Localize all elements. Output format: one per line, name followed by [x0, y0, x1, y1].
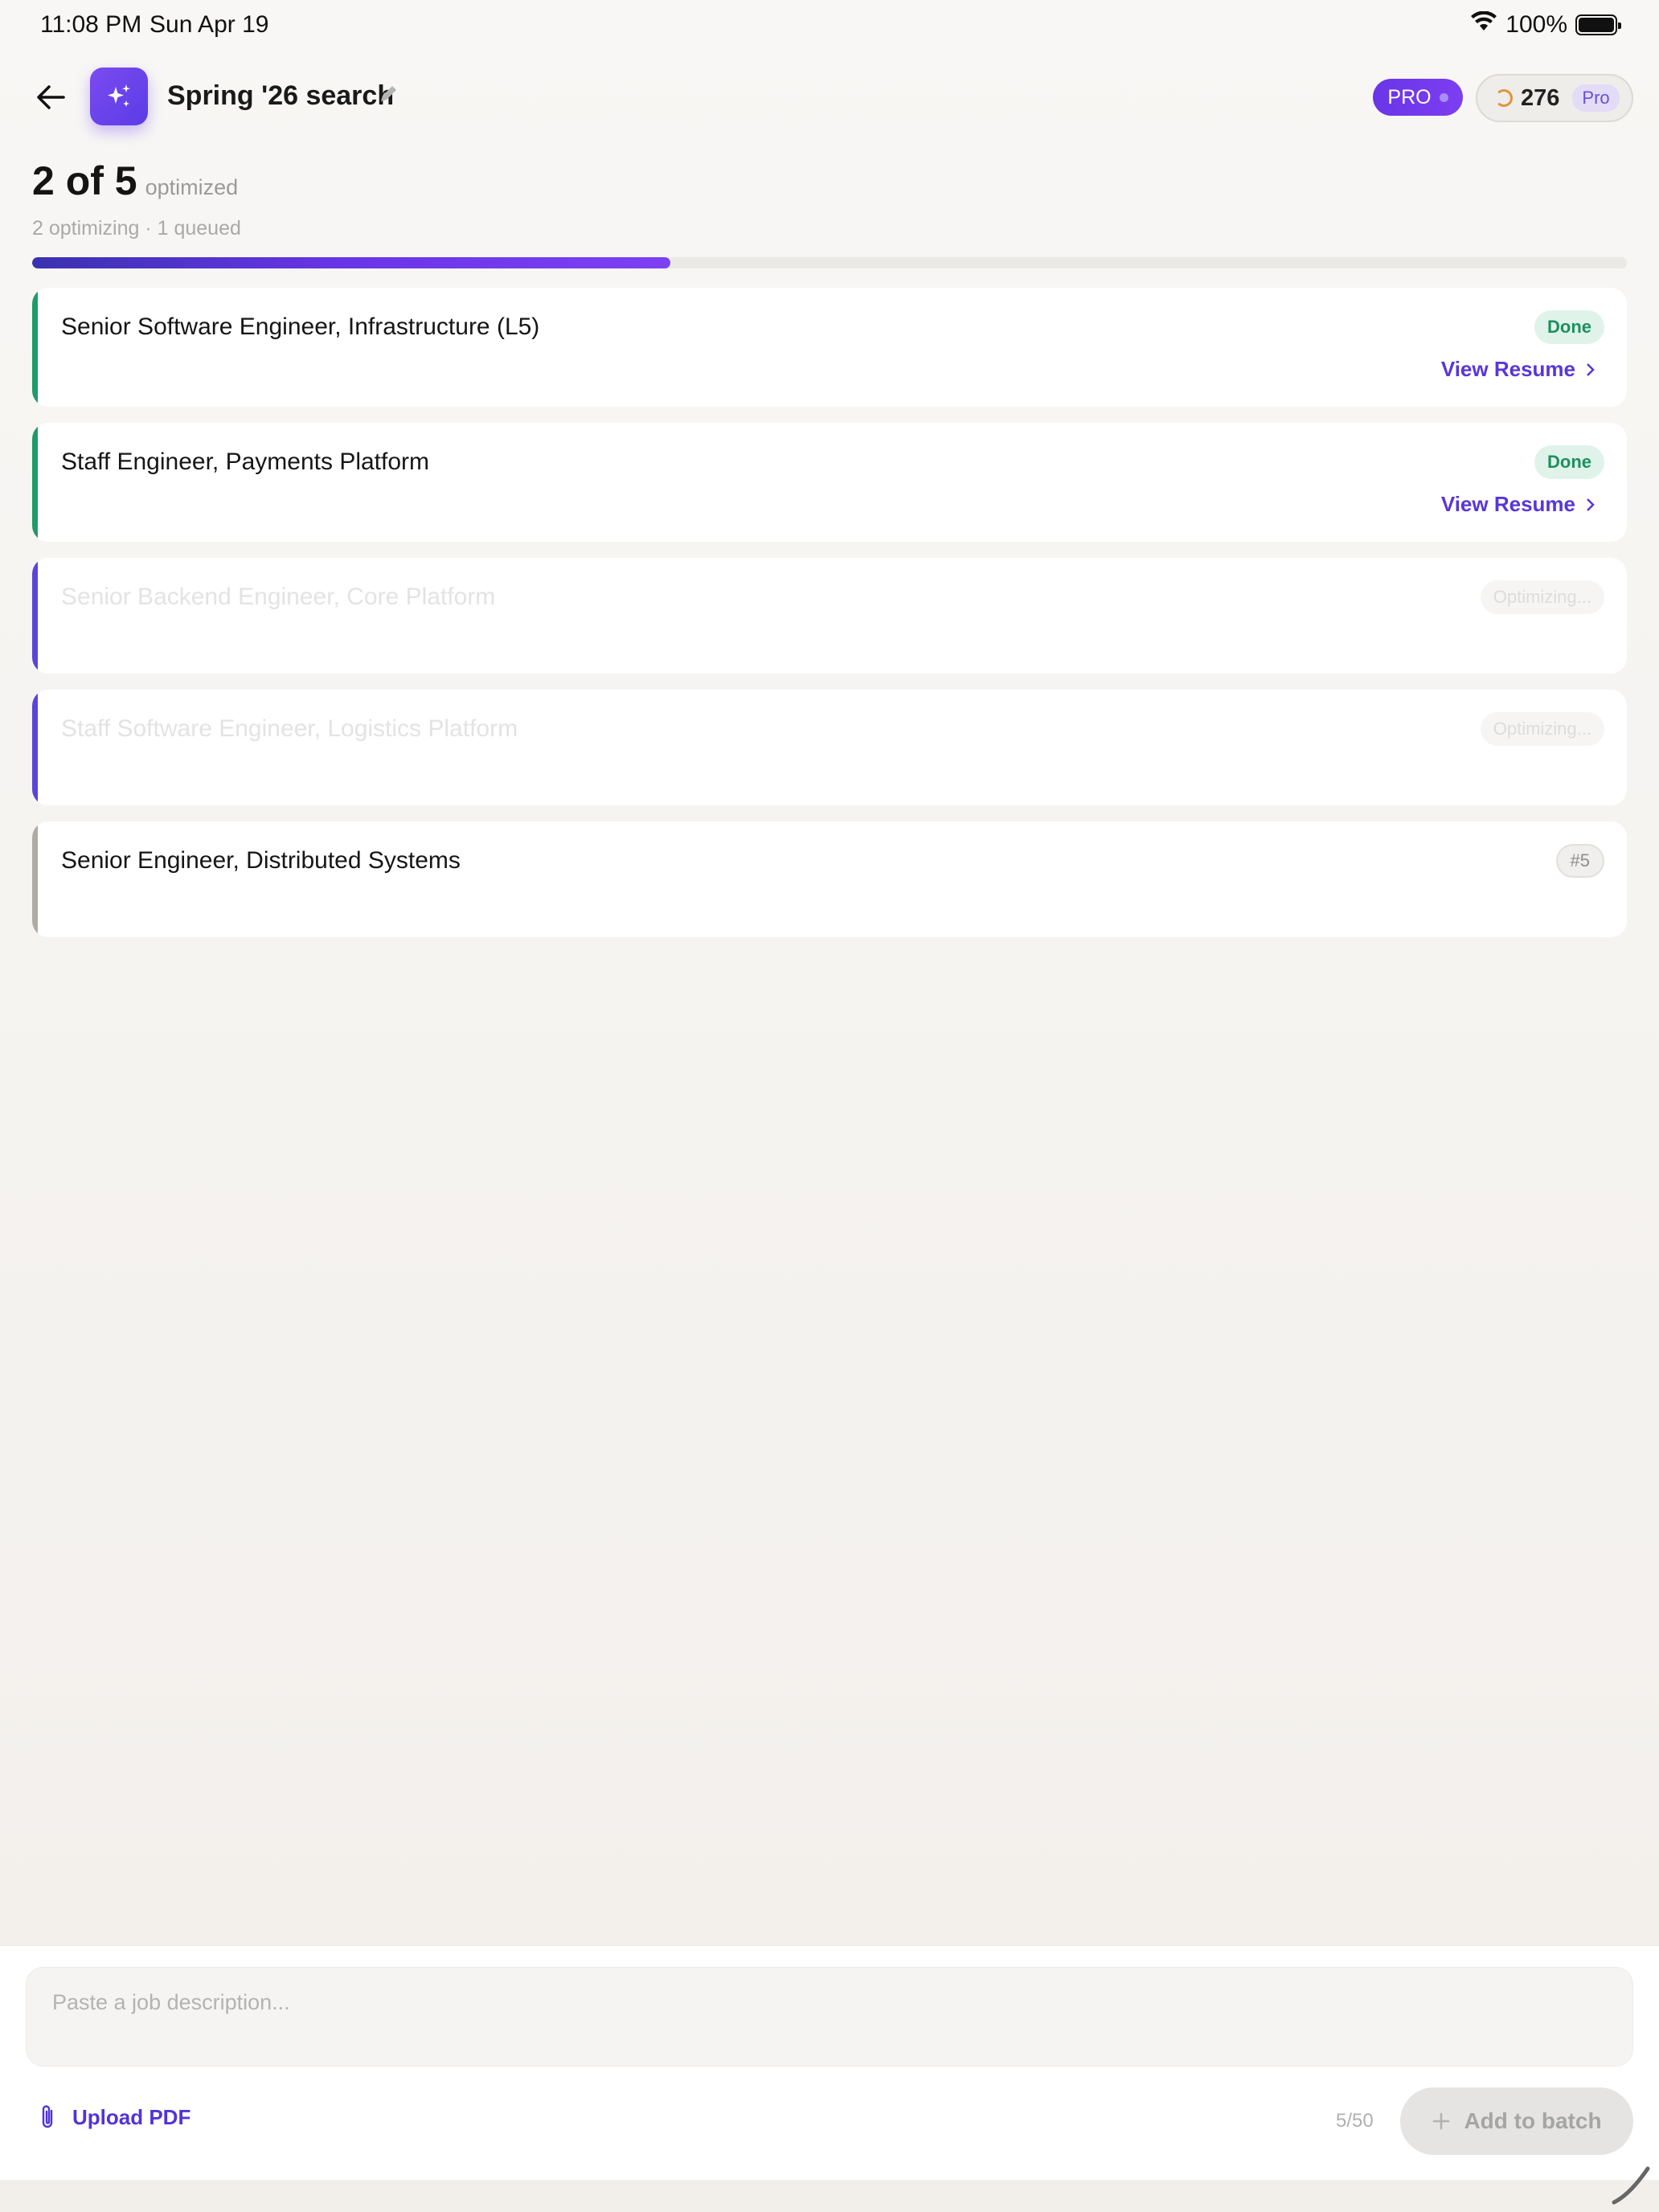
pro-label: PRO [1387, 85, 1432, 109]
job-card[interactable]: Senior Backend Engineer, Core Platform O… [32, 558, 1627, 674]
job-list: Senior Software Engineer, Infrastructure… [32, 288, 1627, 953]
status-badge: Done [1534, 310, 1604, 344]
job-title: Senior Software Engineer, Infrastructure… [61, 313, 540, 340]
job-card[interactable]: Staff Software Engineer, Logistics Platf… [32, 690, 1627, 805]
battery-icon [1575, 14, 1621, 35]
view-resume-label: View Resume [1440, 357, 1575, 381]
job-title: Staff Engineer, Payments Platform [61, 449, 430, 475]
credits-plan-tag: Pro [1572, 84, 1620, 112]
job-card[interactable]: Senior Software Engineer, Infrastructure… [32, 288, 1627, 407]
batch-screen: 11:08 PM Sun Apr 19 100% Spring '26 sear… [0, 0, 1659, 2212]
batch-counter: 5/50 [1336, 2110, 1374, 2132]
status-badge: Optimizing... [1480, 712, 1604, 746]
upload-pdf-label: Upload PDF [72, 2104, 191, 2129]
pro-dot [1439, 92, 1448, 102]
sparkles-icon [108, 84, 130, 107]
job-card[interactable]: Senior Engineer, Distributed Systems #5 [32, 821, 1627, 937]
job-description-input[interactable] [26, 1967, 1633, 2067]
pro-badge[interactable]: PRO [1373, 79, 1463, 116]
batch-progress-bar [32, 257, 1627, 268]
header: Spring '26 search PRO 276 Pro [0, 64, 1659, 130]
job-title: Senior Backend Engineer, Core Platform [61, 584, 496, 610]
batch-summary: 2 of 5 optimized [32, 158, 238, 204]
plus-icon [1433, 2112, 1450, 2130]
status-stripe [32, 423, 38, 542]
view-resume-link[interactable]: View Resume [1441, 357, 1595, 382]
status-stripe [32, 821, 38, 937]
status-stripe [32, 690, 38, 805]
wifi-icon [1470, 10, 1497, 39]
status-bar: 11:08 PM Sun Apr 19 100% [0, 0, 1659, 51]
optimized-count: 2 of 5 [32, 158, 137, 203]
job-title: Staff Software Engineer, Logistics Platf… [61, 715, 518, 742]
progress-fill [32, 257, 670, 268]
optimized-label: optimized [145, 175, 239, 199]
job-title: Senior Engineer, Distributed Systems [61, 847, 461, 874]
arrow-left-icon [37, 85, 65, 109]
status-date: Sun Apr 19 [150, 11, 269, 38]
view-resume-link[interactable]: View Resume [1441, 492, 1595, 517]
composer: Upload PDF 5/50 Add to batch [0, 1945, 1659, 2180]
paperclip-icon [42, 2105, 53, 2128]
coin-icon [1495, 89, 1513, 107]
batch-status-text: 2 optimizing · 1 queued [32, 217, 241, 240]
status-badge: Done [1534, 445, 1604, 479]
status-stripe [32, 288, 38, 407]
pencil-hover-icon [1612, 2166, 1650, 2205]
add-to-batch-label: Add to batch [1464, 2108, 1602, 2133]
upload-pdf-button[interactable]: Upload PDF [39, 2103, 190, 2131]
add-to-batch-button[interactable]: Add to batch [1400, 2087, 1633, 2155]
credits-count: 276 [1521, 84, 1560, 111]
status-time: 11:08 PM [40, 11, 142, 38]
back-button[interactable] [31, 79, 71, 116]
view-resume-label: View Resume [1440, 492, 1575, 516]
chevron-right-icon [1587, 498, 1595, 511]
job-card[interactable]: Staff Engineer, Payments Platform Done V… [32, 423, 1627, 542]
pencil-icon[interactable] [378, 84, 402, 108]
chevron-right-icon [1587, 363, 1595, 376]
battery-percent: 100% [1505, 11, 1567, 38]
app-logo [90, 68, 148, 125]
status-stripe [32, 558, 38, 674]
credits-pill[interactable]: 276 Pro [1476, 74, 1633, 122]
page-title: Spring '26 search [167, 80, 395, 111]
status-right: 100% [1470, 10, 1621, 39]
status-badge: Optimizing... [1480, 580, 1604, 614]
queue-position-badge: #5 [1555, 844, 1604, 878]
